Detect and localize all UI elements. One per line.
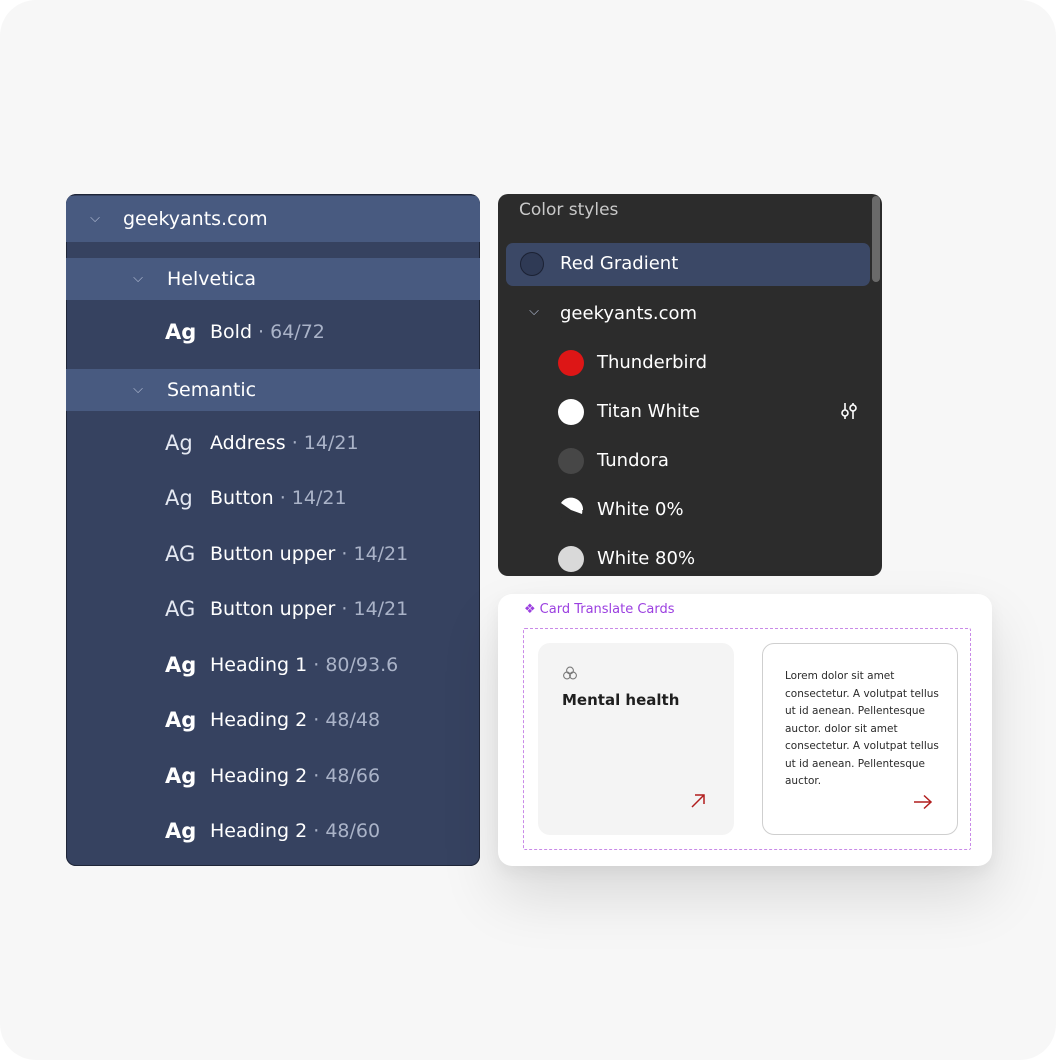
color-swatch [558, 399, 584, 425]
color-style-label: Red Gradient [560, 253, 679, 274]
card-mental-health[interactable]: Mental health [538, 643, 734, 835]
text-style-label: Button upper · 14/21 [210, 598, 408, 620]
chevron-down-icon[interactable]: ⌵ [88, 211, 102, 226]
adjust-sliders-icon[interactable] [838, 400, 860, 422]
text-style-name: Button upper [210, 598, 336, 620]
text-style-meta: · 48/66 [307, 765, 381, 787]
tree-root-geekyants[interactable]: ⌵ geekyants.com [66, 196, 480, 242]
text-style-label: Button · 14/21 [210, 487, 347, 509]
text-style-preview: AG [165, 597, 196, 621]
color-swatch [558, 448, 584, 474]
text-style-preview: Ag [165, 431, 193, 455]
text-style-name: Heading 2 [210, 820, 308, 842]
text-style-name: Button [210, 487, 274, 509]
color-style-selected[interactable]: Red Gradient [506, 243, 870, 286]
color-group-label: geekyants.com [560, 303, 698, 324]
card-title: Mental health [562, 691, 680, 709]
text-style-label: Heading 1 · 80/93.6 [210, 654, 398, 676]
scrollbar-thumb[interactable] [872, 196, 880, 282]
text-style-item[interactable]: Ag Button · 14/21 [66, 478, 480, 518]
color-swatch [558, 350, 584, 376]
text-styles-panel: ⌵ geekyants.com ⌵ Helvetica Ag Bold · 64… [66, 194, 480, 866]
text-style-item[interactable]: AG Button upper · 14/21 [66, 589, 480, 629]
component-label[interactable]: ❖ Card Translate Cards [524, 602, 675, 617]
text-style-preview: Ag [165, 819, 197, 843]
color-swatch [520, 252, 544, 276]
arrow-up-right-icon[interactable] [690, 793, 706, 809]
text-style-preview: AG [165, 542, 196, 566]
arrow-right-icon[interactable] [913, 794, 933, 810]
text-style-name: Heading 2 [210, 709, 308, 731]
text-style-meta: · 48/48 [307, 709, 381, 731]
panel-title: Color styles [519, 200, 619, 220]
text-style-preview: Ag [165, 653, 197, 677]
tree-group-label: Semantic [167, 379, 257, 401]
text-style-label: Button upper · 14/21 [210, 543, 408, 565]
text-style-item[interactable]: Ag Heading 2 · 48/60 [66, 811, 480, 851]
tree-group-semantic[interactable]: ⌵ Semantic [66, 369, 480, 411]
color-group-geekyants[interactable]: ⌵ geekyants.com [498, 294, 882, 334]
text-style-label: Bold · 64/72 [210, 321, 325, 343]
text-style-meta: · 14/21 [273, 487, 347, 509]
text-style-name: Button upper [210, 543, 336, 565]
color-style-item[interactable]: Titan White [498, 391, 882, 431]
text-style-name: Heading 1 [210, 654, 308, 676]
text-style-item[interactable]: AG Button upper · 14/21 [66, 534, 480, 574]
text-style-name: Heading 2 [210, 765, 308, 787]
card-body-text: Lorem dolor sit amet consectetur. A volu… [785, 670, 939, 787]
chevron-down-icon[interactable]: ⌵ [131, 271, 145, 286]
color-swatch [558, 546, 584, 572]
text-style-label: Heading 2 · 48/60 [210, 820, 380, 842]
tree-root-label: geekyants.com [123, 208, 268, 230]
color-style-item[interactable]: Thunderbird [498, 342, 882, 382]
color-style-label: White 80% [597, 548, 696, 569]
text-style-meta: · 48/60 [307, 820, 381, 842]
text-style-label: Address · 14/21 [210, 432, 359, 454]
text-style-name: Address [210, 432, 286, 454]
text-style-label: Heading 2 · 48/66 [210, 765, 380, 787]
text-style-label: Heading 2 · 48/48 [210, 709, 380, 731]
text-style-meta: · 14/21 [335, 598, 409, 620]
text-style-item[interactable]: Ag Heading 1 · 80/93.6 [66, 645, 480, 685]
card-lorem[interactable]: Lorem dolor sit amet consectetur. A volu… [762, 643, 958, 835]
canvas-background: ⌵ geekyants.com ⌵ Helvetica Ag Bold · 64… [0, 0, 1056, 1060]
chevron-down-icon[interactable]: ⌵ [527, 304, 541, 319]
text-style-item[interactable]: Ag Heading 2 · 48/48 [66, 700, 480, 740]
component-diamond-icon: ❖ [524, 602, 536, 617]
text-style-meta: · 64/72 [252, 321, 325, 343]
text-style-meta: · 14/21 [285, 432, 359, 454]
color-style-label: Tundora [597, 450, 669, 471]
color-style-label: Thunderbird [597, 352, 708, 373]
text-style-preview: Ag [165, 764, 197, 788]
chevron-down-icon[interactable]: ⌵ [131, 382, 145, 397]
text-style-preview: Ag [165, 708, 197, 732]
text-style-item[interactable]: Ag Bold · 64/72 [66, 312, 480, 352]
color-styles-panel: Color styles Red Gradient ⌵ geekyants.co… [498, 194, 882, 576]
text-style-preview: Ag [165, 486, 193, 510]
text-style-meta: · 14/21 [335, 543, 409, 565]
color-style-item[interactable]: White 0% [498, 489, 882, 529]
color-style-item[interactable]: White 80% [498, 538, 882, 576]
color-style-item[interactable]: Tundora [498, 440, 882, 480]
color-style-label: Titan White [597, 401, 700, 422]
component-preview: ❖ Card Translate Cards Mental health Lore… [498, 594, 992, 866]
trefoil-logo-icon [563, 666, 577, 680]
tree-group-helvetica[interactable]: ⌵ Helvetica [66, 258, 480, 300]
color-style-label: White 0% [597, 499, 684, 520]
text-style-name: Bold [210, 321, 252, 343]
text-style-item[interactable]: Ag Heading 2 · 48/66 [66, 756, 480, 796]
tree-group-label: Helvetica [167, 268, 257, 290]
component-name: Card Translate Cards [539, 602, 675, 617]
transparent-swatch-icon [559, 497, 584, 522]
text-style-item[interactable]: Ag Address · 14/21 [66, 423, 480, 463]
text-style-meta: · 80/93.6 [307, 654, 399, 676]
text-style-preview: Ag [165, 320, 197, 344]
